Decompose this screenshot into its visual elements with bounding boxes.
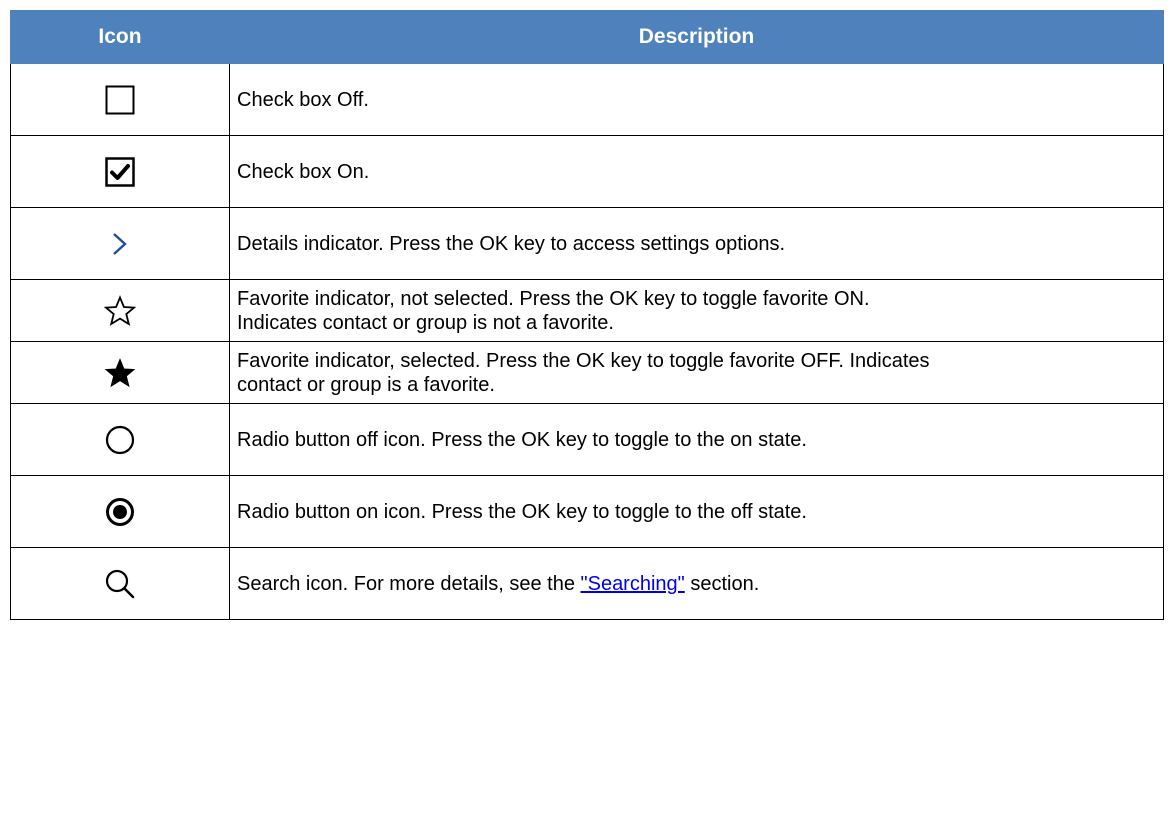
description-cell: Search icon. For more details, see the "… xyxy=(229,547,1164,620)
header-description: Description xyxy=(229,10,1164,64)
icon-cell xyxy=(10,63,230,136)
icon-cell xyxy=(10,403,230,476)
table-row: Favorite indicator, not selected. Press … xyxy=(10,279,1164,342)
icon-cell xyxy=(10,279,230,342)
description-text: Details indicator. Press the OK key to a… xyxy=(237,232,786,255)
icon-cell xyxy=(10,135,230,208)
checkbox-on-icon xyxy=(105,156,135,187)
icon-cell xyxy=(10,547,230,620)
icon-cell xyxy=(10,207,230,280)
searching-link[interactable]: "Searching" xyxy=(581,573,685,595)
table-row: Search icon. For more details, see the "… xyxy=(10,547,1164,620)
description-text: Search icon. For more details, see the xyxy=(237,572,581,595)
description-text: Radio button on icon. Press the OK key t… xyxy=(237,500,807,523)
description-cell: Details indicator. Press the OK key to a… xyxy=(229,207,1164,280)
radio-on-icon xyxy=(106,497,134,526)
description-text: Favorite indicator, not selected. Press … xyxy=(237,287,870,310)
table-row: Details indicator. Press the OK key to a… xyxy=(10,207,1164,280)
description-text: section. xyxy=(684,572,760,595)
table-row: Check box On. xyxy=(10,135,1164,208)
description-text: Check box On. xyxy=(237,160,370,183)
description-text: contact or group is a favorite. xyxy=(237,373,495,396)
description-cell: Check box Off. xyxy=(229,63,1164,136)
description-cell: Check box On. xyxy=(229,135,1164,208)
star-outline-icon xyxy=(104,294,136,326)
star-filled-icon xyxy=(104,357,136,387)
description-text: Favorite indicator, selected. Press the … xyxy=(237,349,930,372)
description-text: Check box Off. xyxy=(237,88,369,111)
icon-description-table: Icon Description Check box Off. Check bo… xyxy=(10,10,1164,620)
description-text: Radio button off icon. Press the OK key … xyxy=(237,428,807,451)
table-row: Radio button on icon. Press the OK key t… xyxy=(10,475,1164,548)
description-cell: Favorite indicator, not selected. Press … xyxy=(229,279,1164,342)
table-row: Radio button off icon. Press the OK key … xyxy=(10,403,1164,476)
checkbox-off-icon xyxy=(105,85,135,114)
radio-off-icon xyxy=(105,425,135,454)
icon-cell xyxy=(10,341,230,404)
header-icon: Icon xyxy=(10,10,230,64)
description-text: Indicates contact or group is not a favo… xyxy=(237,311,614,334)
table-row: Favorite indicator, selected. Press the … xyxy=(10,341,1164,404)
search-icon xyxy=(105,569,135,598)
table-header-row: Icon Description xyxy=(10,10,1164,64)
description-cell: Radio button on icon. Press the OK key t… xyxy=(229,475,1164,548)
icon-cell xyxy=(10,475,230,548)
table-row: Check box Off. xyxy=(10,63,1164,136)
description-cell: Favorite indicator, selected. Press the … xyxy=(229,341,1164,404)
description-cell: Radio button off icon. Press the OK key … xyxy=(229,403,1164,476)
chevron-right-icon xyxy=(113,232,127,255)
